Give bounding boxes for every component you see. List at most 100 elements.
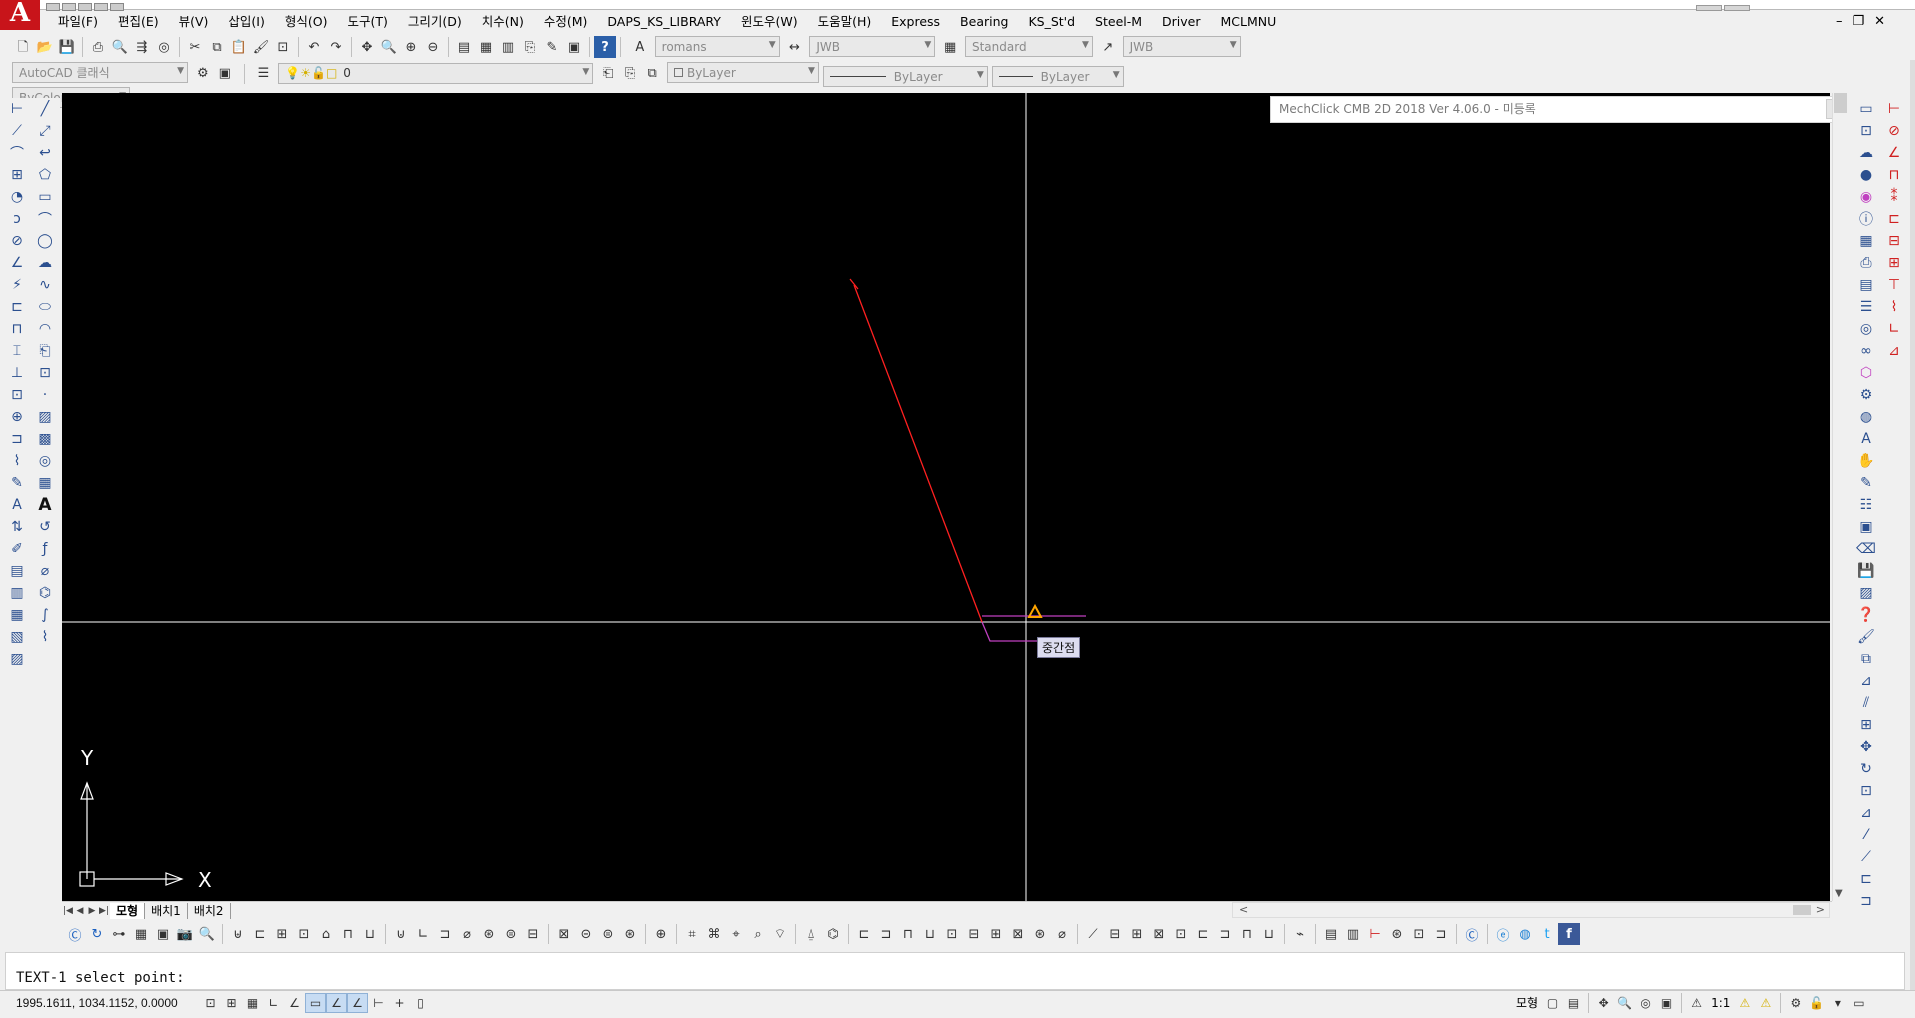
- draw-extra-1-icon[interactable]: ↺: [32, 516, 58, 538]
- btm-part-33-icon[interactable]: ⊞: [985, 923, 1007, 945]
- coordinate-readout[interactable]: 1995.1611, 1034.1152, 0.0000: [16, 996, 178, 1010]
- insert-block-icon[interactable]: ⎗: [32, 340, 58, 362]
- pan-status-icon[interactable]: ✥: [1593, 993, 1614, 1013]
- menu-insert[interactable]: 삽입(I): [218, 12, 274, 32]
- title-button-2[interactable]: [1724, 5, 1750, 11]
- undo-icon[interactable]: ↶: [303, 36, 325, 58]
- mc-mirror-icon[interactable]: ⊿: [1852, 670, 1880, 692]
- mc-info-icon[interactable]: ⓘ: [1852, 208, 1880, 230]
- btm-part-13-icon[interactable]: ⊜: [500, 923, 522, 945]
- menu-tools[interactable]: 도구(T): [337, 12, 397, 32]
- mc-image-icon[interactable]: ▨: [1852, 582, 1880, 604]
- menu-daps-ks-library[interactable]: DAPS_KS_LIBRARY: [597, 12, 731, 32]
- snap-mode-icon[interactable]: ⊞: [221, 993, 242, 1013]
- horizontal-scrollbar-thumb[interactable]: [1793, 905, 1811, 915]
- menu-help[interactable]: 도움말(H): [808, 12, 882, 32]
- linear-dim-icon[interactable]: ⊢: [4, 98, 30, 120]
- menu-dimension[interactable]: 치수(N): [472, 12, 534, 32]
- btm-part-45-icon[interactable]: ⊔: [1258, 923, 1280, 945]
- qa-undo-icon[interactable]: [110, 3, 124, 11]
- mc-table-icon[interactable]: ▤: [1852, 274, 1880, 296]
- annotation-visibility-icon[interactable]: ⚠: [1734, 993, 1755, 1013]
- btm-c-blue-icon[interactable]: Ⓒ: [64, 923, 86, 945]
- btm-part-46-icon[interactable]: ⌁: [1289, 923, 1311, 945]
- mc-view-icon[interactable]: ⊡: [1852, 120, 1880, 142]
- pan-icon[interactable]: ✥: [356, 36, 378, 58]
- annotation-scale-value[interactable]: 1:1: [1707, 993, 1734, 1013]
- btm-part-1-icon[interactable]: ⊎: [227, 923, 249, 945]
- mc-red-dim-9-icon[interactable]: ⊤: [1880, 274, 1908, 296]
- object-snap-icon[interactable]: ▭: [305, 993, 326, 1013]
- menu-mclmnu[interactable]: MCLMNU: [1211, 12, 1287, 32]
- menu-window[interactable]: 윈도우(W): [731, 12, 808, 32]
- mc-save-icon[interactable]: 💾: [1852, 560, 1880, 582]
- steering-wheel-icon[interactable]: ◎: [1635, 993, 1656, 1013]
- arc-icon[interactable]: ⌒: [32, 208, 58, 230]
- draw-extra-2-icon[interactable]: ƒ: [32, 538, 58, 560]
- tool-palettes-icon[interactable]: ▥: [497, 36, 519, 58]
- rectangle-icon[interactable]: ▭: [32, 186, 58, 208]
- linetype-select[interactable]: ByLayer ▼: [822, 66, 988, 87]
- btm-part-7-icon[interactable]: ⊔: [359, 923, 381, 945]
- mc-join-icon[interactable]: ⊐: [1852, 890, 1880, 912]
- draw-extra-4-icon[interactable]: ⌬: [32, 582, 58, 604]
- btm-part-51-icon[interactable]: ⊡: [1408, 923, 1430, 945]
- btm-calendar-icon[interactable]: ▦: [130, 923, 152, 945]
- btm-part-38-icon[interactable]: ⊟: [1104, 923, 1126, 945]
- btm-part-5-icon[interactable]: ⌂: [315, 923, 337, 945]
- dynamic-input-icon[interactable]: +: [389, 993, 410, 1013]
- application-menu-button[interactable]: A: [0, 0, 40, 30]
- btm-frame-icon[interactable]: ▣: [152, 923, 174, 945]
- mc-printer-icon[interactable]: ⎙: [1852, 252, 1880, 274]
- multileader-style-select[interactable]: JWB ▼: [1122, 36, 1241, 57]
- restore-icon[interactable]: ❐: [1852, 14, 1864, 29]
- title-button-1[interactable]: [1696, 5, 1722, 11]
- mc-detail-icon[interactable]: ▣: [1852, 516, 1880, 538]
- btm-part-14-icon[interactable]: ⊟: [522, 923, 544, 945]
- polar-tracking-icon[interactable]: ∠: [284, 993, 305, 1013]
- mc-magenta-icon[interactable]: ◉: [1852, 186, 1880, 208]
- construction-line-icon[interactable]: ⤢: [32, 120, 58, 142]
- btm-part-47-icon[interactable]: ▤: [1320, 923, 1342, 945]
- infer-constraints-icon[interactable]: ⊡: [200, 993, 221, 1013]
- object-snap-tracking-icon[interactable]: ∠: [347, 993, 368, 1013]
- table-style-select[interactable]: Standard ▼: [964, 36, 1093, 57]
- mc-grid-icon[interactable]: ▦: [1852, 230, 1880, 252]
- new-file-icon[interactable]: 🗋: [12, 38, 34, 60]
- quickcalc-icon[interactable]: ▣: [563, 36, 585, 58]
- btm-part-50-icon[interactable]: ⊛: [1386, 923, 1408, 945]
- mc-move-icon[interactable]: ✥: [1852, 736, 1880, 758]
- scroll-left-icon[interactable]: <: [1239, 903, 1248, 916]
- multiline-text-icon[interactable]: A: [32, 494, 58, 516]
- mc-target-icon[interactable]: ◎: [1852, 318, 1880, 340]
- mc-red-dim-6-icon[interactable]: ⊏: [1880, 208, 1908, 230]
- red-line-segment[interactable]: [853, 284, 983, 623]
- btm-part-52-icon[interactable]: ⊐: [1430, 923, 1452, 945]
- mc-layer-icon[interactable]: ☁: [1852, 142, 1880, 164]
- btm-part-12-icon[interactable]: ⊛: [478, 923, 500, 945]
- ellipse-icon[interactable]: ⬭: [32, 296, 58, 318]
- btm-part-18-icon[interactable]: ⊛: [619, 923, 641, 945]
- line-icon[interactable]: ╱: [32, 98, 58, 120]
- ellipse-arc-icon[interactable]: ◠: [32, 318, 58, 340]
- mc-hand-icon[interactable]: ✋: [1852, 450, 1880, 472]
- qa-print-icon[interactable]: [94, 3, 108, 11]
- menu-bearing[interactable]: Bearing: [950, 12, 1018, 32]
- btm-part-6-icon[interactable]: ⊓: [337, 923, 359, 945]
- menu-express[interactable]: Express: [881, 12, 950, 32]
- mc-red-dim-10-icon[interactable]: ⌇: [1880, 296, 1908, 318]
- tab-last-icon[interactable]: ▶|: [98, 906, 110, 916]
- btm-ie-icon[interactable]: ⓔ: [1492, 923, 1514, 945]
- showmotion-icon[interactable]: ▣: [1656, 993, 1677, 1013]
- center-mark-icon[interactable]: ⊕: [4, 406, 30, 428]
- inspect-icon[interactable]: ⊐: [4, 428, 30, 450]
- layer-properties-icon[interactable]: ☰: [252, 63, 274, 85]
- 3d-dwf-icon[interactable]: ◎: [153, 36, 175, 58]
- spline-icon[interactable]: ∿: [32, 274, 58, 296]
- cut-icon[interactable]: ✂: [184, 36, 206, 58]
- layer-previous-icon[interactable]: ⎘: [619, 63, 641, 85]
- btm-part-43-icon[interactable]: ⊐: [1214, 923, 1236, 945]
- auto-scale-icon[interactable]: ⚠: [1755, 993, 1776, 1013]
- mc-red-dim-2-icon[interactable]: ⊘: [1880, 120, 1908, 142]
- layer-states-icon[interactable]: ⧉: [641, 63, 663, 85]
